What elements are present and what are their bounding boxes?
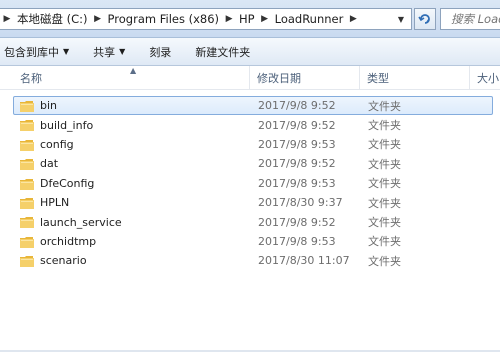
column-date-label: 修改日期 [257,72,301,85]
folder-icon [20,120,34,132]
file-type: 文件夹 [368,177,401,191]
file-row[interactable]: HPLN 2017/8/30 9:37 文件夹 [13,193,493,212]
new-folder-label: 新建文件夹 [195,45,251,59]
chevron-down-icon: ▼ [119,47,126,56]
column-type-label: 类型 [367,72,389,85]
chevron-right-icon[interactable]: ▶ [222,9,236,29]
burn-label: 刻录 [149,45,172,59]
file-type: 文件夹 [368,235,401,249]
column-type[interactable]: 类型 [360,66,470,90]
refresh-icon [418,14,430,24]
share-button[interactable]: 共享 ▼ [79,38,135,65]
file-type: 文件夹 [368,216,401,230]
address-bar-row: ▶ 本地磁盘 (C:) ▶ Program Files (x86) ▶ HP ▶… [0,0,500,38]
refresh-button[interactable] [414,8,436,30]
column-name[interactable]: 名称 [13,66,250,90]
folder-icon [20,139,34,151]
folder-icon [20,197,34,209]
file-type: 文件夹 [368,196,401,210]
column-date-modified[interactable]: 修改日期 [250,66,360,90]
file-name: scenario [40,254,87,268]
file-row[interactable]: launch_service 2017/9/8 9:52 文件夹 [13,212,493,231]
folder-icon [20,217,34,229]
chevron-right-icon[interactable]: ▶ [258,9,272,29]
file-date: 2017/8/30 9:37 [258,196,343,210]
file-date: 2017/9/8 9:52 [258,99,336,113]
file-row[interactable]: dat 2017/9/8 9:52 文件夹 [13,154,493,173]
burn-button[interactable]: 刻录 [135,38,181,65]
file-date: 2017/8/30 11:07 [258,254,350,268]
file-type: 文件夹 [368,138,401,152]
file-type: 文件夹 [368,99,401,113]
file-name: launch_service [40,215,122,229]
chevron-right-icon[interactable]: ▶ [91,9,105,29]
search-input[interactable] [441,9,500,29]
file-row[interactable]: build_info 2017/9/8 9:52 文件夹 [13,115,493,134]
column-size-label: 大小 [477,72,499,85]
file-name: DfeConfig [40,176,95,190]
file-type: 文件夹 [368,157,401,171]
new-folder-button[interactable]: 新建文件夹 [181,38,260,65]
breadcrumb-item-program-files[interactable]: Program Files (x86) [105,12,222,26]
file-type: 文件夹 [368,254,401,268]
folder-icon [20,236,34,248]
file-row[interactable]: DfeConfig 2017/9/8 9:53 文件夹 [13,174,493,193]
file-name: config [40,137,74,151]
breadcrumb-item-loadrunner[interactable]: LoadRunner [272,12,347,26]
file-row[interactable]: scenario 2017/8/30 11:07 文件夹 [13,251,493,270]
column-size[interactable]: 大小 [470,66,500,90]
chevron-down-icon[interactable]: ▼ [394,9,408,29]
file-list: bin 2017/9/8 9:52 文件夹 build_info 2017/9/… [13,96,493,271]
column-header: ▲ 名称 修改日期 类型 大小 [0,66,500,90]
folder-icon [20,256,34,268]
search-box[interactable] [440,8,500,30]
file-row[interactable]: config 2017/9/8 9:53 文件夹 [13,135,493,154]
file-name: orchidtmp [40,234,97,248]
file-date: 2017/9/8 9:52 [258,157,336,171]
file-row[interactable]: bin 2017/9/8 9:52 文件夹 [13,96,493,116]
file-date: 2017/9/8 9:53 [258,137,336,151]
file-date: 2017/9/8 9:52 [258,118,336,132]
file-date: 2017/9/8 9:53 [258,176,336,190]
breadcrumb: ▶ 本地磁盘 (C:) ▶ Program Files (x86) ▶ HP ▶… [0,9,360,29]
column-name-label: 名称 [20,72,42,85]
file-row[interactable]: orchidtmp 2017/9/8 9:53 文件夹 [13,232,493,251]
file-name: bin [40,99,58,113]
folder-icon [20,101,34,112]
breadcrumb-item-hp[interactable]: HP [236,12,258,26]
include-in-library-button[interactable]: 包含到库中 ▼ [0,38,79,65]
file-name: HPLN [40,196,70,210]
address-bar[interactable]: ▶ 本地磁盘 (C:) ▶ Program Files (x86) ▶ HP ▶… [0,8,412,30]
folder-icon [20,159,34,171]
chevron-right-icon[interactable]: ▶ [0,9,14,29]
chevron-down-icon: ▼ [63,47,70,56]
chevron-right-icon[interactable]: ▶ [346,9,360,29]
file-date: 2017/9/8 9:53 [258,234,336,248]
file-date: 2017/9/8 9:52 [258,215,336,229]
file-name: dat [40,157,59,171]
include-in-library-label: 包含到库中 [4,45,59,59]
file-type: 文件夹 [368,119,401,133]
share-label: 共享 [93,45,116,59]
folder-icon [20,178,34,190]
toolbar: 包含到库中 ▼ 共享 ▼ 刻录 新建文件夹 [0,38,500,66]
file-name: build_info [40,118,94,132]
breadcrumb-item-local-disk[interactable]: 本地磁盘 (C:) [14,11,91,27]
